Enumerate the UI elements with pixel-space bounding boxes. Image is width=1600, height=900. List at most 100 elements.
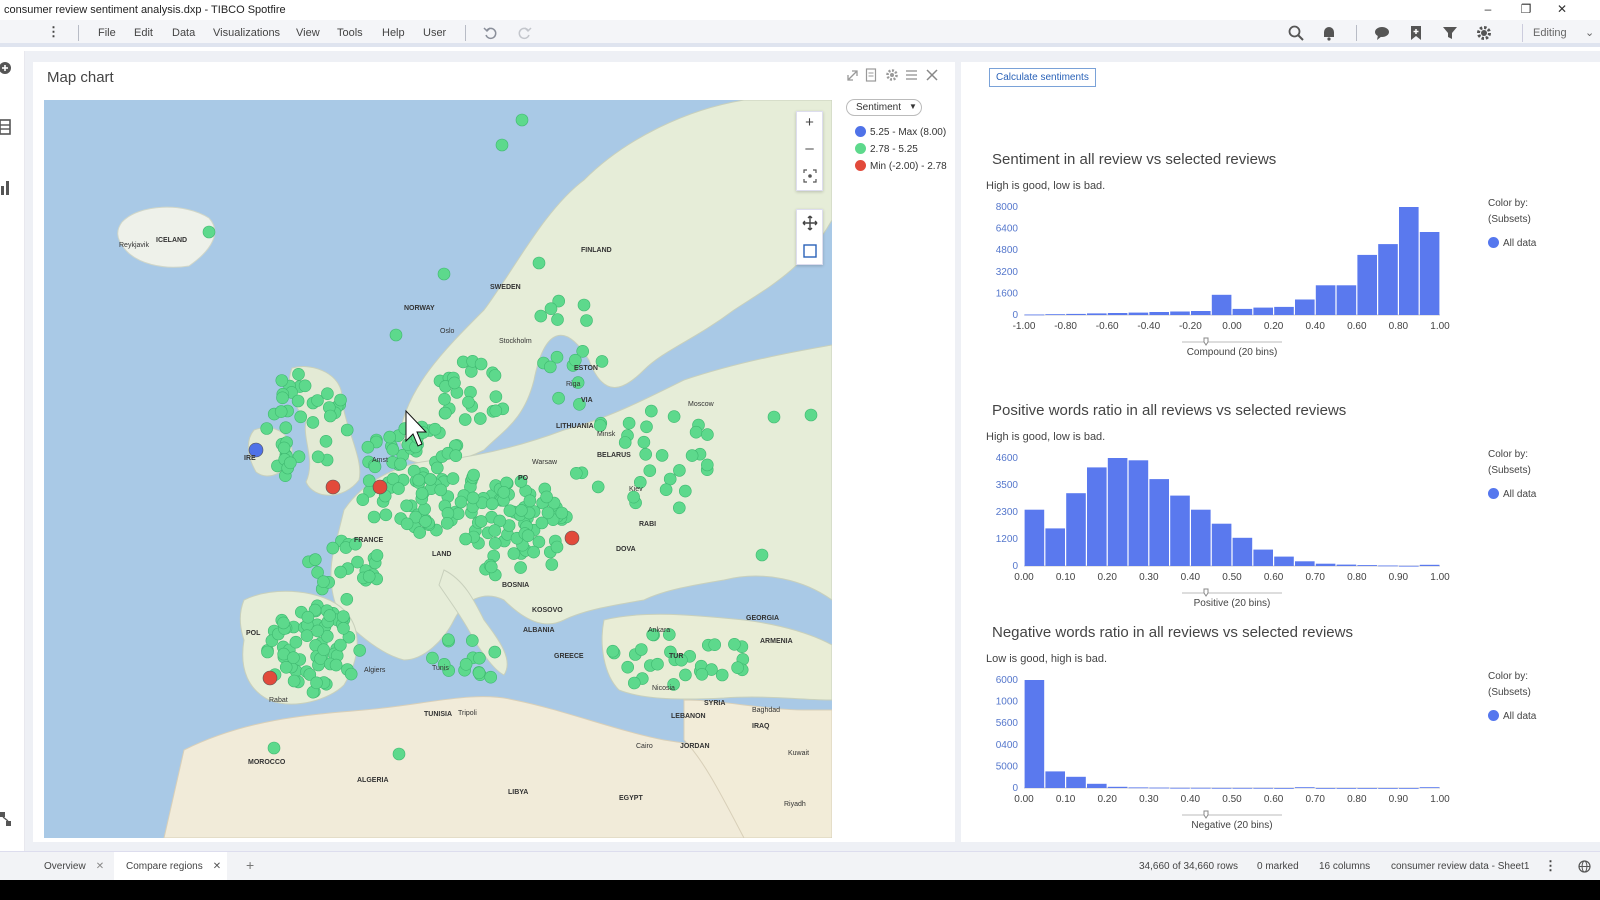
histogram-bar[interactable] [1399,207,1419,315]
map-point[interactable] [458,413,472,426]
map-point[interactable] [465,634,479,647]
histogram-bar[interactable] [1211,523,1232,566]
x-axis-label[interactable]: Compound (20 bins) [1187,347,1278,358]
map-point[interactable] [353,644,367,657]
map-point[interactable] [627,676,641,690]
map-point[interactable] [708,638,722,652]
map-point[interactable] [543,360,557,374]
calculate-sentiments-button[interactable]: Calculate sentiments [989,68,1096,87]
histogram-bar[interactable] [1336,788,1357,789]
mode-dropdown[interactable]: Editing ⌄ [1522,24,1600,42]
close-tab-icon[interactable]: ✕ [96,861,104,872]
histogram-bar[interactable] [1232,787,1253,789]
map-point[interactable] [412,473,426,487]
histogram-bar[interactable] [1191,311,1211,315]
x-axis-label[interactable]: Negative (20 bins) [1191,820,1272,831]
map-point[interactable] [392,482,405,495]
histogram-bar[interactable] [1107,313,1128,315]
menu-help[interactable]: Help [382,27,405,39]
map-point[interactable] [334,393,347,407]
map-point[interactable] [551,313,564,326]
map-point[interactable] [540,490,553,504]
map-point[interactable] [639,447,653,461]
more-menu-icon[interactable]: ⋮ [47,24,60,40]
legend-item-low[interactable]: Min (-2.00) - 2.78 [855,160,947,172]
legend-sentiment-dropdown[interactable]: Sentiment ▼ [846,99,922,116]
histogram-bar[interactable] [1045,771,1065,788]
histogram-bar[interactable] [1378,788,1398,789]
histogram-bar[interactable] [1419,564,1440,566]
reset-view-icon[interactable] [803,169,817,183]
histogram-bar[interactable] [1149,479,1169,566]
maximize-icon[interactable] [846,69,859,82]
axis-selector-icon[interactable] [1203,810,1209,819]
map-point[interactable] [459,657,473,671]
map-point[interactable] [497,485,511,499]
map-point[interactable] [466,491,480,505]
histogram-bar[interactable] [1253,787,1273,789]
map-point[interactable] [424,473,437,486]
map-point[interactable] [523,494,537,508]
more-icon[interactable]: ⋮ [1544,858,1557,874]
map-point[interactable] [262,670,278,686]
map-point[interactable] [545,558,559,571]
bookmark-icon[interactable] [1407,24,1425,42]
map-point[interactable] [489,404,503,418]
histogram-negative[interactable]: 26000 21000 15600 10400 5000 00.00 0.10 0.20 0.3… [996,668,1484,838]
map-point[interactable] [606,644,620,658]
histogram-bar[interactable] [1274,556,1294,566]
map-point[interactable] [260,422,273,435]
map-point[interactable] [419,515,432,528]
map-canvas[interactable]: ICELAND Reykjavik NORWAY SWEDEN FINLAND … [44,100,832,838]
menu-file[interactable]: File [98,27,116,39]
map-point[interactable] [488,369,502,382]
map-point[interactable] [700,458,714,472]
histogram-bar[interactable] [1149,787,1169,789]
histogram-bar[interactable] [1295,561,1315,566]
pan-icon[interactable] [802,215,818,231]
map-point[interactable] [449,449,463,463]
bar-chart-icon[interactable] [0,179,14,195]
map-point[interactable] [535,516,549,530]
zoom-in-icon[interactable]: + [797,114,822,131]
histogram-bar[interactable] [1419,787,1440,788]
map-point[interactable] [306,416,320,429]
histogram-bar[interactable] [1378,244,1398,315]
histogram-bar[interactable] [1295,299,1315,316]
map-point[interactable] [261,645,274,659]
map-point[interactable] [367,510,381,524]
histogram-bar[interactable] [1066,313,1086,315]
map-point[interactable] [275,374,289,387]
map-point[interactable] [287,651,300,665]
histogram-bar[interactable] [1191,509,1211,566]
map-svg[interactable]: ICELAND Reykjavik NORWAY SWEDEN FINLAND … [44,100,832,838]
map-point[interactable] [643,464,657,478]
map-point[interactable] [569,466,583,480]
map-point[interactable] [430,461,444,475]
histogram-bar[interactable] [1128,312,1149,315]
histogram-bar[interactable] [1336,564,1357,566]
histogram-bar[interactable] [1128,787,1149,789]
close-tab-icon[interactable]: ✕ [213,861,221,872]
map-point[interactable] [685,449,699,462]
map-point[interactable] [550,540,564,554]
axis-selector-icon[interactable] [1203,588,1209,597]
map-point[interactable] [437,267,451,281]
map-point[interactable] [689,425,703,439]
map-point[interactable] [277,616,290,630]
map-point[interactable] [728,637,741,651]
histogram-bar[interactable] [1399,565,1419,567]
map-point[interactable] [715,668,729,682]
map-point[interactable] [663,472,677,486]
map-point[interactable] [334,565,347,579]
map-point[interactable] [679,668,692,682]
map-point[interactable] [372,479,388,495]
map-point[interactable] [202,225,216,239]
map-point[interactable] [389,328,403,342]
search-icon[interactable] [1287,24,1305,42]
description-icon[interactable] [865,68,878,82]
close-icon[interactable] [926,69,938,81]
comment-icon[interactable] [1373,24,1391,42]
map-point[interactable] [672,501,686,515]
histogram-compound[interactable]: 8000 6400 4800 3200 1600 0-1.00 -0.80 -0.60 -0.4… [996,195,1484,365]
